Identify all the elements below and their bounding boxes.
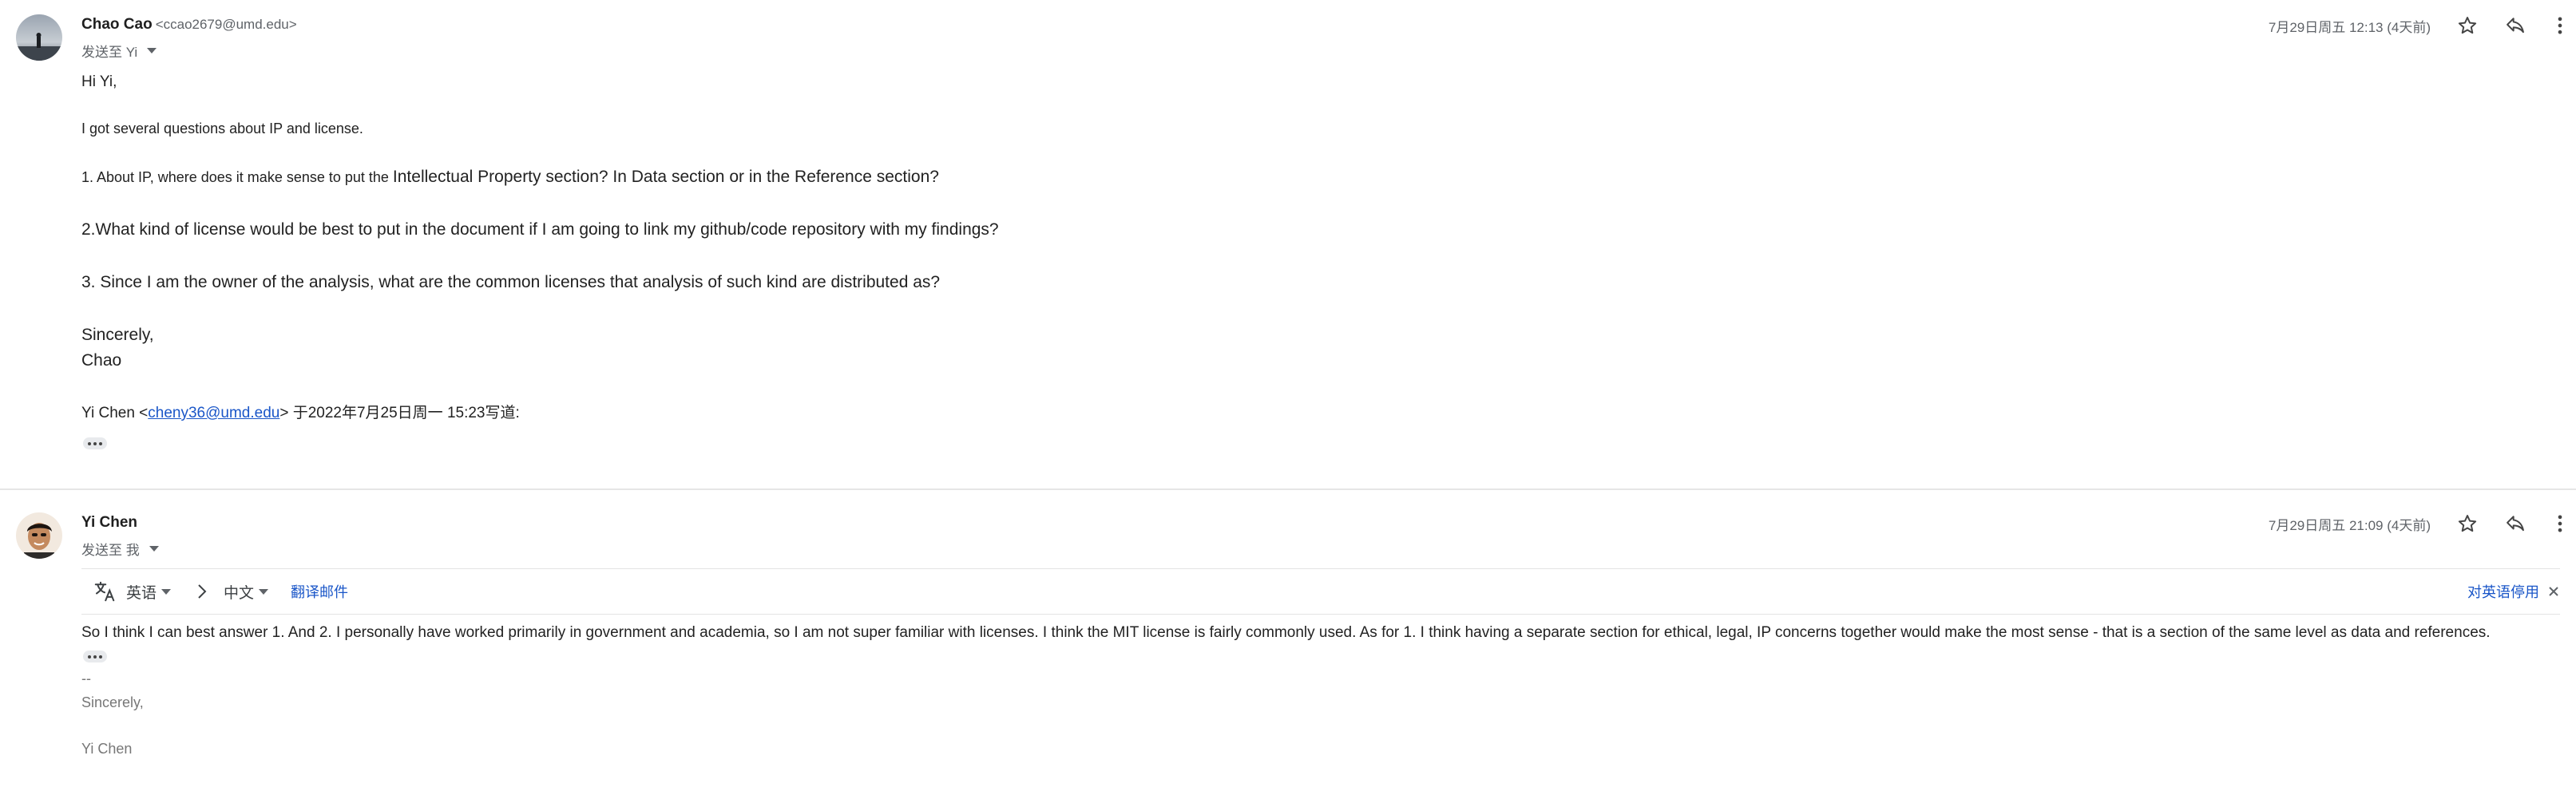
intro-text: I got several questions about IP and lic…	[81, 121, 363, 136]
chevron-down-icon	[259, 588, 269, 595]
chevron-right-icon	[195, 583, 209, 600]
signature-closing: Sincerely,	[81, 694, 144, 710]
reply-icon	[2507, 18, 2524, 34]
message-date: 7月29日周五 21:09 (4天前)	[2268, 518, 2431, 533]
close-icon[interactable]	[2547, 585, 2560, 598]
message-body: So I think I can best answer 1. And 2. I…	[81, 624, 2491, 641]
star-button[interactable]	[2451, 10, 2483, 42]
chevron-down-icon	[161, 588, 172, 595]
greeting: Hi Yi,	[81, 73, 117, 90]
signature-name: Chao	[81, 351, 122, 370]
question-3: 3. Since I am the owner of the analysis,…	[81, 273, 941, 291]
translate-icon	[93, 579, 117, 603]
signature-separator: --	[81, 670, 91, 686]
question-2: 2.What kind of license would be best to …	[81, 220, 999, 239]
reply-button[interactable]	[2499, 10, 2531, 42]
translate-message-link[interactable]: 翻译邮件	[291, 581, 348, 602]
star-icon	[2458, 515, 2477, 532]
message-date: 7月29日周五 12:13 (4天前)	[2268, 20, 2431, 35]
chevron-down-icon	[149, 546, 159, 552]
sender-name[interactable]: Chao Cao <ccao2679@umd.edu>	[81, 16, 297, 34]
disable-translation-link[interactable]: 对英语停用	[2467, 581, 2539, 602]
avatar[interactable]	[16, 14, 62, 61]
email-message: Chao Cao <ccao2679@umd.edu> 发送至 Yi 7月29日周…	[0, 0, 2576, 490]
more-vert-icon	[2558, 17, 2562, 34]
email-message: Yi Chen 发送至 我 7月29日周五 21:09 (4天前) 英语 中文 …	[0, 488, 2576, 791]
recipient-dropdown[interactable]: 发送至 我	[81, 539, 159, 559]
sender-name[interactable]: Yi Chen	[81, 514, 137, 532]
star-button[interactable]	[2451, 508, 2483, 540]
reply-button[interactable]	[2499, 508, 2531, 540]
closing: Sincerely,	[81, 326, 154, 344]
show-trimmed-content-button[interactable]	[83, 437, 107, 449]
recipient-dropdown[interactable]: 发送至 Yi	[81, 41, 157, 61]
more-options-button[interactable]	[2544, 10, 2576, 42]
reply-icon	[2507, 516, 2524, 532]
quoted-email-link[interactable]: cheny36@umd.edu	[148, 405, 279, 421]
source-language-dropdown[interactable]: 英语	[126, 581, 172, 603]
star-icon	[2458, 17, 2477, 34]
translate-bar: 英语 中文 翻译邮件 对英语停用	[81, 568, 2560, 615]
question-1: 1. About IP, where does it make sense to…	[81, 168, 939, 186]
signature-name: Yi Chen	[81, 741, 133, 757]
target-language-dropdown[interactable]: 中文	[224, 581, 269, 603]
chevron-down-icon	[147, 48, 157, 53]
more-vert-icon	[2558, 515, 2562, 532]
avatar[interactable]	[16, 512, 62, 559]
show-trimmed-content-button[interactable]	[83, 651, 107, 662]
more-options-button[interactable]	[2544, 508, 2576, 540]
quoted-header: Yi Chen <cheny36@umd.edu> 于2022年7月25日周一 …	[81, 405, 520, 421]
sender-email: <ccao2679@umd.edu>	[155, 17, 297, 32]
